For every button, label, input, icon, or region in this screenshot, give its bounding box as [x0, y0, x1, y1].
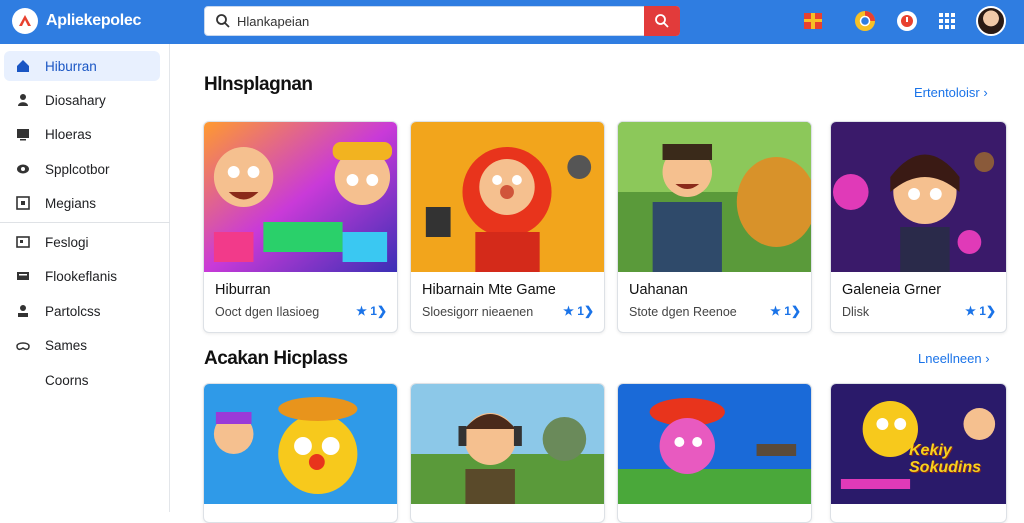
- chevron-right-icon: ›: [983, 85, 988, 100]
- sidebar-item-3[interactable]: Hloeras: [4, 119, 160, 149]
- sidebar: Hiburran Diosahary Hloeras Spplcotbor Me…: [0, 44, 170, 512]
- game-card[interactable]: [617, 383, 812, 523]
- thumbnail-caption: Kekiy Sokudins: [909, 442, 982, 476]
- game-thumbnail: [411, 122, 604, 272]
- app-logo[interactable]: [12, 8, 38, 34]
- sidebar-item-9[interactable]: Sames: [4, 330, 160, 360]
- game-card[interactable]: Uahanan Stote dgen Reenoe ★ 1❯: [617, 121, 812, 333]
- monitor-icon: [16, 196, 30, 210]
- sidebar-item-label: Hloeras: [45, 127, 92, 142]
- sidebar-item-4[interactable]: Spplcotbor: [4, 154, 160, 184]
- section-title: Acakan Hicplass: [204, 348, 348, 369]
- game-thumbnail: [831, 122, 1006, 272]
- game-title: Galeneia Grner: [842, 282, 942, 298]
- sidebar-item-label: Sames: [45, 338, 88, 353]
- user-avatar[interactable]: [976, 6, 1006, 36]
- sidebar-item-2[interactable]: Diosahary: [4, 85, 160, 115]
- search-icon: [655, 14, 669, 28]
- game-card[interactable]: Hiburran Ooct dgen Ilasioeg ★ 1❯: [203, 121, 398, 333]
- game-subtitle: Stote dgen Reenoe: [629, 305, 737, 319]
- chevron-right-icon: ›: [985, 351, 990, 366]
- sidebar-item-label: Flookeflanis: [45, 269, 118, 284]
- game-card[interactable]: Galeneia Grner Dlisk ★ 1❯: [830, 121, 1007, 333]
- search-icon: [216, 14, 230, 28]
- sidebar-item-7[interactable]: Flookeflanis: [4, 261, 160, 291]
- joystick-icon: [18, 305, 28, 317]
- tv-icon: [17, 129, 29, 141]
- see-all-label: Lneellneen: [918, 351, 982, 366]
- game-subtitle: Dlisk: [842, 305, 870, 319]
- game-thumbnail: [618, 122, 811, 272]
- section-see-all-link[interactable]: Lneellneen ›: [918, 351, 990, 366]
- top-bar: Apliekepolec: [0, 0, 1024, 44]
- search-button[interactable]: [644, 6, 680, 36]
- controller-icon: [16, 342, 30, 351]
- section-title: Hlnsplagnan: [204, 74, 313, 95]
- sidebar-item-label: Coorns: [45, 373, 89, 388]
- home-icon: [17, 60, 29, 72]
- sidebar-item-label: Hiburran: [45, 59, 97, 74]
- game-subtitle: Sloesigorr nieaenen: [422, 305, 534, 319]
- section-see-all-link[interactable]: Ertentoloisr ›: [914, 85, 988, 100]
- sidebar-item-home[interactable]: Hiburran: [4, 51, 160, 81]
- game-card[interactable]: Kekiy Sokudins: [830, 383, 1007, 523]
- game-thumbnail: [411, 384, 604, 504]
- search-box: [204, 6, 680, 36]
- game-thumbnail: [204, 122, 397, 272]
- game-subtitle: Ooct dgen Ilasioeg: [215, 305, 320, 319]
- game-rating: ★ 1❯: [965, 304, 996, 318]
- sidebar-item-label: Spplcotbor: [45, 162, 110, 177]
- app-brand: Apliekepolec: [46, 12, 142, 29]
- game-rating: ★ 1❯: [563, 304, 594, 318]
- game-card[interactable]: [410, 383, 605, 523]
- game-card[interactable]: Hibarnain Mte Game Sloesigorr nieaenen ★…: [410, 121, 605, 333]
- game-title: Hiburran: [215, 282, 271, 298]
- sidebar-divider: [0, 222, 170, 223]
- sidebar-item-label: Feslogi: [45, 235, 89, 250]
- browser-icon[interactable]: [853, 9, 877, 33]
- gift-icon[interactable]: [801, 9, 825, 33]
- sidebar-item-label: Megians: [45, 196, 97, 211]
- sidebar-item-6[interactable]: Feslogi: [4, 227, 160, 257]
- game-rating: ★ 1❯: [770, 304, 801, 318]
- apps-grid-icon[interactable]: [935, 9, 959, 33]
- search-input[interactable]: [237, 7, 645, 35]
- person-icon: [18, 94, 28, 106]
- sidebar-item-10[interactable]: Coorns: [4, 365, 160, 395]
- sidebar-item-5[interactable]: Megians: [4, 188, 160, 218]
- game-title: Uahanan: [629, 282, 688, 298]
- eye-icon: [17, 164, 29, 174]
- game-thumbnail: [618, 384, 811, 504]
- sidebar-item-8[interactable]: Partolcss: [4, 296, 160, 326]
- game-title: Hibarnain Mte Game: [422, 282, 556, 298]
- game-card[interactable]: [203, 383, 398, 523]
- sidebar-item-label: Diosahary: [45, 93, 106, 108]
- game-rating: ★ 1❯: [356, 304, 387, 318]
- see-all-label: Ertentoloisr: [914, 85, 980, 100]
- sidebar-item-label: Partolcss: [45, 304, 101, 319]
- logo-icon: [19, 15, 31, 26]
- gamepad-icon: [16, 236, 30, 248]
- notification-icon[interactable]: [895, 9, 919, 33]
- keyboard-icon: [17, 272, 29, 280]
- game-thumbnail: [204, 384, 397, 504]
